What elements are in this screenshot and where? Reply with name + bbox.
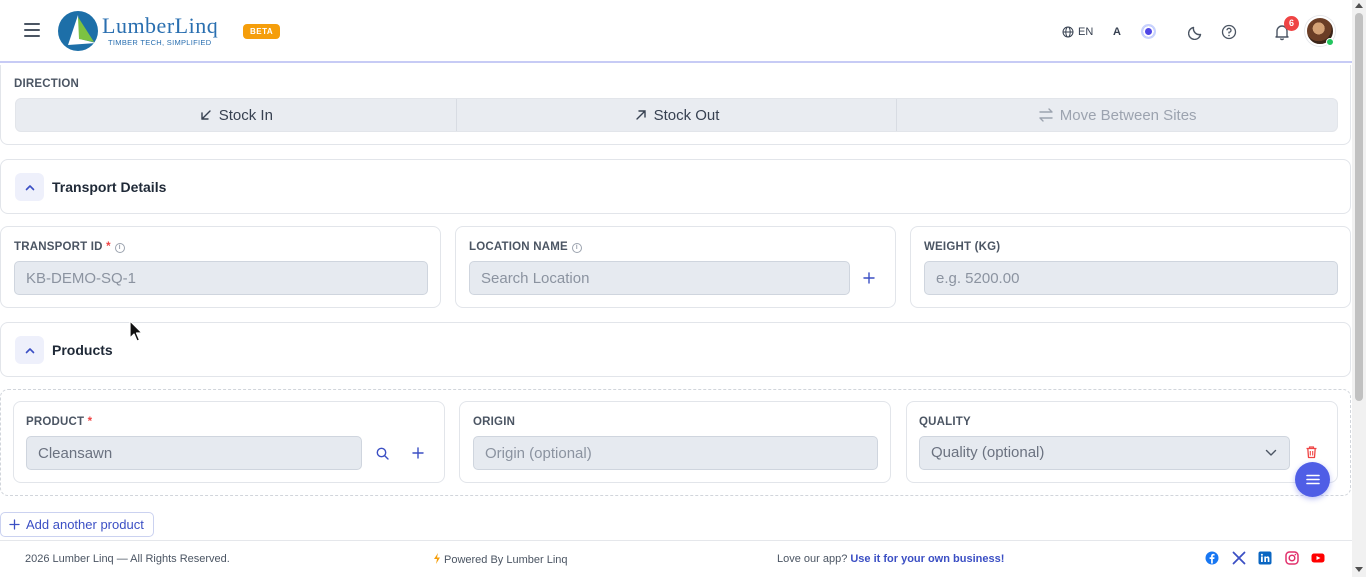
scroll-down-arrow-icon[interactable] — [1355, 567, 1363, 572]
direction-card: DIRECTION Stock In Stock Out Move Betwee… — [0, 65, 1351, 145]
online-status-dot — [1326, 38, 1334, 46]
footer: 2026 Lumber Linq — All Rights Reserved. … — [0, 540, 1352, 577]
help-icon[interactable] — [1221, 0, 1237, 63]
stock-out-label: Stock Out — [653, 106, 720, 124]
products-title: Products — [52, 342, 113, 358]
plus-icon — [9, 519, 20, 530]
theme-color-icon[interactable] — [1141, 0, 1156, 63]
language-selector[interactable]: EN — [1062, 0, 1093, 63]
origin-card: ORIGIN — [459, 401, 891, 483]
add-another-product-label: Add another product — [26, 517, 144, 532]
search-product-icon[interactable] — [372, 443, 392, 463]
transport-details-title: Transport Details — [52, 179, 167, 195]
origin-label: ORIGIN — [473, 416, 516, 428]
mouse-cursor-icon — [129, 320, 143, 342]
chevron-up-icon — [25, 184, 34, 190]
instagram-icon[interactable] — [1285, 551, 1299, 565]
transport-id-card: TRANSPORT ID * i — [0, 226, 441, 308]
love-our-app: Love our app? Use it for your own busines… — [777, 553, 1005, 565]
location-name-label: LOCATION NAME i — [469, 241, 582, 253]
chevron-up-icon — [25, 347, 34, 353]
globe-icon — [1062, 26, 1074, 37]
origin-input[interactable] — [473, 436, 878, 470]
add-another-product-button[interactable]: Add another product — [0, 512, 154, 537]
x-icon[interactable] — [1232, 551, 1246, 565]
add-product-icon[interactable] — [408, 443, 428, 463]
brand-tagline: TIMBER TECH, SIMPLIFIED — [108, 38, 212, 47]
scroll-up-arrow-icon[interactable] — [1355, 3, 1363, 8]
info-icon: i — [571, 243, 582, 253]
youtube-icon[interactable] — [1311, 551, 1325, 565]
list-icon — [1305, 474, 1320, 485]
transport-details-section[interactable]: Transport Details — [0, 159, 1351, 214]
move-between-sites-label: Move Between Sites — [1059, 106, 1197, 124]
location-name-card: LOCATION NAME i — [455, 226, 896, 308]
font-size-toggle[interactable]: A — [1113, 0, 1121, 63]
beta-badge: BETA — [243, 24, 281, 39]
add-location-icon[interactable] — [859, 268, 879, 288]
delete-product-icon[interactable] — [1301, 442, 1321, 462]
move-between-sites-button[interactable]: Move Between Sites — [897, 99, 1337, 131]
brand-name: LumberLinq — [102, 13, 219, 38]
arrow-up-right-icon — [635, 110, 646, 120]
notification-badge: 6 — [1284, 16, 1299, 31]
stock-out-button[interactable]: Stock Out — [457, 99, 898, 131]
collapse-transport-button[interactable] — [15, 173, 44, 201]
direction-label: DIRECTION — [14, 78, 80, 90]
quick-actions-button[interactable] — [1295, 462, 1330, 497]
weight-input[interactable] — [924, 261, 1338, 295]
arrows-exchange-icon — [1039, 108, 1053, 122]
page-scrollbar[interactable] — [1352, 0, 1366, 577]
lightning-icon — [434, 553, 440, 564]
product-input[interactable] — [26, 436, 362, 470]
transport-id-input[interactable] — [14, 261, 428, 295]
stock-in-label: Stock In — [218, 106, 273, 124]
arrow-down-left-icon — [201, 110, 211, 120]
brand-logo[interactable]: LumberLinq TIMBER TECH, SIMPLIFIED — [56, 9, 231, 55]
quality-select-value: Quality (optional) — [931, 444, 1045, 461]
quality-label: QUALITY — [919, 416, 971, 428]
language-label: EN — [1078, 25, 1094, 38]
stock-in-button[interactable]: Stock In — [16, 99, 457, 131]
product-label: PRODUCT * — [26, 416, 93, 428]
bell-icon[interactable] — [1273, 0, 1291, 63]
top-header: LumberLinq TIMBER TECH, SIMPLIFIED BETA … — [0, 0, 1352, 63]
products-section[interactable]: Products — [0, 322, 1351, 377]
chevron-down-icon — [1265, 449, 1277, 456]
quality-card: QUALITY Quality (optional) — [906, 401, 1338, 483]
menu-icon[interactable] — [24, 23, 40, 39]
weight-card: WEIGHT (KG) — [910, 226, 1351, 308]
info-icon: i — [114, 243, 125, 253]
linkedin-icon[interactable] — [1258, 551, 1272, 565]
weight-label: WEIGHT (KG) — [924, 241, 1001, 253]
copyright-text: 2026 Lumber Linq — All Rights Reserved. — [25, 553, 230, 565]
moon-icon[interactable] — [1188, 0, 1204, 63]
powered-by: Powered By Lumber Linq — [433, 553, 568, 566]
quality-select[interactable]: Quality (optional) — [919, 436, 1290, 470]
scroll-thumb[interactable] — [1355, 13, 1363, 401]
product-card: PRODUCT * — [13, 401, 445, 483]
transport-id-label: TRANSPORT ID * i — [14, 241, 125, 253]
facebook-icon[interactable] — [1205, 551, 1219, 565]
use-it-link[interactable]: Use it for your own business! — [850, 553, 1004, 565]
collapse-products-button[interactable] — [15, 336, 44, 364]
logo-mark-icon — [58, 11, 98, 51]
direction-segmented-control: Stock In Stock Out Move Between Sites — [15, 98, 1338, 132]
location-search-input[interactable] — [469, 261, 850, 295]
